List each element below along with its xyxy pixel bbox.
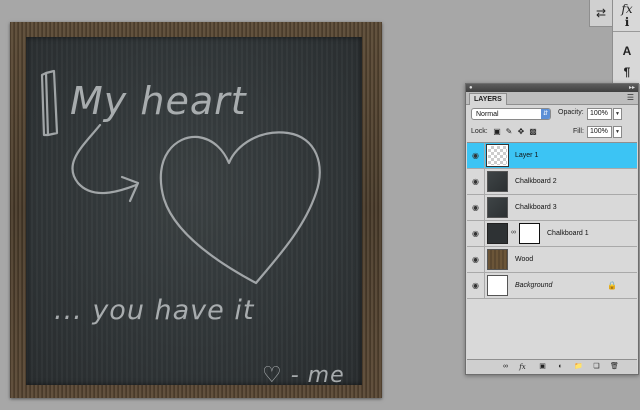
lock-row: Lock: ▣ ✎ ✥ ▩ Fill: 100% ▼ (471, 126, 633, 140)
opacity-label: Opacity: (558, 109, 584, 116)
fill-input[interactable]: 100% (587, 126, 612, 138)
layer-thumbnail (486, 144, 509, 167)
lock-position-icon[interactable]: ✥ (516, 127, 526, 137)
panel-menu-icon[interactable]: ☰ (627, 93, 634, 103)
lock-transparency-icon[interactable]: ▣ (492, 127, 502, 137)
info-icon[interactable]: ℹ (617, 13, 637, 31)
chalk-arrow (71, 123, 138, 195)
mask-link-icon[interactable]: ∞ (511, 229, 516, 236)
panel-tab-row: LAYERS ☰ (466, 92, 638, 105)
panel-close-icon[interactable]: ● (469, 85, 473, 91)
chalk-text-you-have-it: ... you have it (54, 295, 255, 326)
layer-row[interactable]: ◉ Wood (467, 247, 637, 273)
panel-dock-bar[interactable]: ● ▸▸ (466, 84, 638, 92)
layer-thumbnail (487, 197, 508, 218)
blend-row: Normal ⇵ Opacity: 100% ▼ (471, 108, 633, 122)
visibility-eye-icon[interactable]: ◉ (467, 247, 485, 272)
layer-name: Wood (515, 256, 534, 263)
link-layers-icon[interactable]: ∞ (500, 362, 511, 372)
lock-image-pixels-icon[interactable]: ✎ (504, 127, 514, 137)
blend-mode-value: Normal (476, 111, 499, 118)
fill-label: Fill: (573, 128, 584, 135)
chalk-box (40, 69, 59, 137)
layer-name: Chalkboard 3 (515, 204, 557, 211)
new-group-icon[interactable]: 📁 (573, 362, 584, 372)
chalkboard-artwork: My heart ... you have it ♡ - me (10, 22, 382, 398)
dropdown-arrow-icon: ⇵ (541, 109, 550, 119)
lock-icon: 🔒 (607, 281, 617, 290)
layer-thumbnail (487, 275, 508, 296)
add-mask-icon[interactable]: ▣ (537, 362, 548, 372)
visibility-eye-icon[interactable]: ◉ (467, 273, 485, 298)
layer-list: ◉ Layer 1 ◉ Chalkboard 2 ◉ Chalkboard 3 … (467, 142, 637, 359)
adjustment-layer-icon[interactable]: ◐ (555, 362, 566, 372)
opacity-slider-toggle[interactable]: ▼ (613, 108, 622, 120)
layer-row[interactable]: ◉ Chalkboard 3 (467, 195, 637, 221)
delete-layer-icon[interactable]: 🗑 (609, 362, 620, 372)
layer-name: Layer 1 (515, 152, 539, 159)
layer-thumbnail (487, 249, 508, 270)
layer-row[interactable]: ◉ Background 🔒 (467, 273, 637, 299)
new-layer-icon[interactable]: ❏ (591, 362, 602, 372)
chalk-text-my-heart: My heart (70, 79, 247, 123)
tab-layers[interactable]: LAYERS (469, 93, 507, 105)
lock-all-icon[interactable]: ▩ (528, 127, 538, 137)
blend-mode-select[interactable]: Normal ⇵ (471, 108, 551, 120)
layers-panel-footer: ∞ fx ▣ ◐ 📁 ❏ 🗑 (467, 359, 637, 374)
layer-name: Background (515, 282, 553, 289)
layer-row[interactable]: ◉ ∞ Chalkboard 1 (467, 221, 637, 247)
layer-mask-thumbnail[interactable] (519, 223, 540, 244)
mini-panel-strip: ⇄ (589, 0, 613, 27)
toolbar-divider (613, 31, 640, 32)
panel-collapse-icon[interactable]: ▸▸ (629, 85, 635, 91)
layer-thumbnail (487, 223, 508, 244)
lock-label: Lock: (471, 128, 488, 135)
chalk-heart (159, 131, 321, 285)
layer-style-icon[interactable]: fx (517, 362, 528, 372)
character-icon[interactable]: A (617, 42, 637, 60)
chalk-text-signature: ♡ - me (262, 363, 345, 388)
right-panel-strip: fx ℹ A ¶ (612, 0, 640, 84)
paragraph-icon[interactable]: ¶ (617, 63, 637, 81)
layer-name: Chalkboard 1 (547, 230, 589, 237)
layer-row[interactable]: ◉ Layer 1 (467, 143, 637, 169)
visibility-eye-icon[interactable]: ◉ (467, 143, 485, 168)
layer-name: Chalkboard 2 (515, 178, 557, 185)
layer-row[interactable]: ◉ Chalkboard 2 (467, 169, 637, 195)
opacity-input[interactable]: 100% (587, 108, 612, 120)
visibility-eye-icon[interactable]: ◉ (467, 169, 485, 194)
visibility-eye-icon[interactable]: ◉ (467, 221, 485, 246)
visibility-eye-icon[interactable]: ◉ (467, 195, 485, 220)
layers-panel: ● ▸▸ LAYERS ☰ Normal ⇵ Opacity: 100% ▼ L… (465, 83, 639, 375)
swap-icon[interactable]: ⇄ (591, 4, 611, 22)
chalkboard-surface: My heart ... you have it ♡ - me (26, 37, 362, 388)
layer-thumbnail (487, 171, 508, 192)
fill-slider-toggle[interactable]: ▼ (613, 126, 622, 138)
